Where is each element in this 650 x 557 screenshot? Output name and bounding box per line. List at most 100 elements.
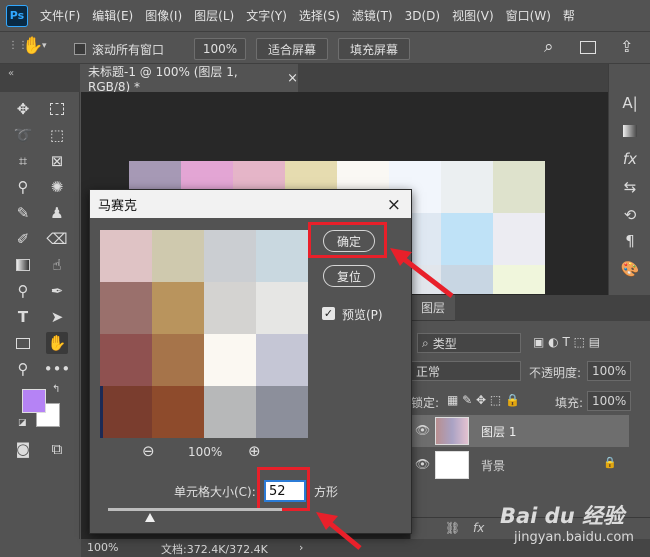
preview-mosaic-cell (204, 282, 256, 334)
visibility-eye-icon[interactable]: 👁 (415, 457, 430, 471)
photoshop-logo[interactable]: Ps (6, 4, 28, 27)
share-icon[interactable]: ⇪ (620, 37, 633, 56)
preview-mosaic-cell (256, 386, 308, 438)
background-thumbnail (435, 451, 469, 479)
gradient-tool-icon[interactable] (12, 254, 34, 276)
paragraph-panel-icon[interactable]: ¶ (619, 230, 641, 252)
dropdown-arrow-icon[interactable]: ▾ (42, 41, 47, 51)
close-tab-icon[interactable]: × (287, 71, 298, 86)
quick-mask-icon[interactable]: ◙ (12, 438, 34, 460)
visibility-eye-icon[interactable]: 👁 (415, 423, 430, 437)
fill-field[interactable]: 100% (587, 391, 631, 411)
close-icon[interactable]: × (387, 195, 401, 215)
default-colors-icon[interactable]: ◪ (18, 418, 27, 428)
lock-icons[interactable]: ▦ ✎ ✥ ⬚ 🔒 (447, 393, 520, 407)
opacity-label: 不透明度: (529, 366, 582, 380)
layer-row-background[interactable]: 👁 背景 🔒 (411, 449, 629, 481)
layer-filter-icons[interactable]: ▣ ◐ T ⬚ ▤ (533, 335, 600, 349)
scroll-all-checkbox[interactable] (74, 43, 86, 55)
menu-edit[interactable]: 编辑(E) (92, 7, 133, 24)
preview-mosaic-cell (256, 230, 308, 282)
menu-view[interactable]: 视图(V) (452, 7, 494, 24)
status-doc-size: 文档:372.4K/372.4K (161, 543, 268, 556)
zoom-out-icon[interactable]: ⊖ (142, 442, 155, 460)
preview-checkbox[interactable]: ✓ (322, 307, 335, 320)
swap-colors-icon[interactable]: ↰ (52, 384, 60, 395)
more-tools-icon[interactable]: ••• (44, 358, 71, 380)
opacity-field[interactable]: 100% (587, 361, 631, 381)
zoom-in-icon[interactable]: ⊕ (248, 442, 261, 460)
adjust-panel-icon[interactable]: ⇆ (619, 176, 641, 198)
history-brush-tool-icon[interactable]: ✐ (12, 228, 34, 250)
document-tab[interactable]: 未标题-1 @ 100% (图层 1, RGB/8) * × (80, 64, 298, 94)
layers-tab[interactable]: 图层 (411, 295, 455, 321)
search-icon[interactable]: ⌕ (544, 37, 554, 57)
search-icon: ⌕ (422, 335, 429, 350)
frame-tool-icon[interactable]: ⊠ (46, 150, 68, 172)
hand-tool-icon[interactable]: ✋ (22, 36, 43, 56)
ok-button[interactable]: 确定 (323, 230, 375, 252)
layer-row-layer1[interactable]: 👁 图层 1 (411, 415, 629, 447)
menu-window[interactable]: 窗口(W) (506, 7, 551, 24)
smudge-tool-icon[interactable]: ☝ (46, 254, 68, 276)
lasso-tool-icon[interactable]: ➰ (12, 124, 34, 146)
fx-icon[interactable]: fx (473, 521, 484, 535)
menu-image[interactable]: 图像(I) (145, 7, 182, 24)
status-zoom[interactable]: 100% (87, 541, 118, 554)
cell-size-value: 52 (269, 483, 286, 499)
menu-select[interactable]: 选择(S) (299, 7, 340, 24)
document-tab-title: 未标题-1 @ 100% (图层 1, RGB/8) * (88, 64, 238, 94)
cell-size-input[interactable]: 52 (264, 480, 306, 502)
hand-tool-active-icon[interactable]: ✋ (46, 332, 68, 354)
stamp-tool-icon[interactable]: ♟ (46, 202, 68, 224)
crop-tool-icon[interactable]: ⌗ (12, 150, 34, 172)
cell-size-slider-thumb[interactable] (144, 513, 155, 522)
history-panel-icon[interactable]: ⟲ (619, 204, 641, 226)
zoom-tool-icon[interactable]: ⚲ (12, 358, 34, 380)
blend-mode-select[interactable]: 正常 (411, 361, 521, 381)
canvas-mosaic-cell (441, 265, 493, 294)
move-tool-icon[interactable]: ✥ (12, 98, 34, 120)
cell-size-slider-track[interactable] (108, 508, 282, 511)
filter-preview[interactable] (100, 230, 308, 438)
screen-mode-icon[interactable]: ⧉ (46, 438, 68, 460)
menu-file[interactable]: 文件(F) (40, 7, 80, 24)
fit-screen-button[interactable]: 适合屏幕 (256, 38, 328, 60)
character-panel-icon[interactable]: A| (619, 92, 641, 114)
fx-panel-icon[interactable]: fx (619, 148, 641, 170)
foreground-color-swatch[interactable] (22, 389, 46, 413)
layers-tab-label: 图层 (420, 301, 445, 315)
menu-help[interactable]: 帮 (563, 7, 575, 24)
marquee-tool-icon[interactable] (46, 98, 68, 120)
layer-kind-filter[interactable]: ⌕ 类型 (417, 333, 521, 353)
preview-label: 预览(P) (342, 308, 383, 322)
workspace-icon[interactable] (580, 41, 596, 54)
menu-3d[interactable]: 3D(D) (405, 9, 440, 23)
color-palette-icon[interactable]: 🎨 (619, 258, 641, 280)
reset-button[interactable]: 复位 (323, 265, 375, 287)
toolbar-collapse-icon[interactable]: « (8, 68, 14, 79)
canvas-mosaic-cell (493, 161, 545, 213)
healing-brush-tool-icon[interactable]: ✺ (46, 176, 68, 198)
path-select-tool-icon[interactable]: ➤ (46, 306, 68, 328)
link-layers-icon[interactable]: ⛓ (445, 521, 460, 535)
pen-tool-icon[interactable]: ✒ (46, 280, 68, 302)
preview-mosaic-cell (152, 386, 204, 438)
preview-mosaic-cell (204, 386, 256, 438)
menu-type[interactable]: 文字(Y) (246, 7, 287, 24)
menu-layer[interactable]: 图层(L) (194, 7, 234, 24)
fill-value: 100% (592, 394, 627, 408)
gradients-panel-icon[interactable] (619, 120, 641, 142)
brush-tool-icon[interactable]: ✎ (12, 202, 34, 224)
eyedropper-tool-icon[interactable]: ⚲ (12, 176, 34, 198)
rectangle-tool-icon[interactable] (12, 332, 34, 354)
object-select-tool-icon[interactable]: ⬚ (46, 124, 68, 146)
dodge-tool-icon[interactable]: ⚲ (12, 280, 34, 302)
eraser-tool-icon[interactable]: ⌫ (46, 228, 68, 250)
zoom-value-field[interactable]: 100% (194, 38, 246, 60)
status-arrow-icon[interactable]: › (299, 541, 303, 554)
fill-screen-button[interactable]: 填充屏幕 (338, 38, 410, 60)
layer1-name: 图层 1 (481, 425, 517, 439)
type-tool-icon[interactable]: T (12, 306, 34, 328)
menu-filter[interactable]: 滤镜(T) (352, 7, 393, 24)
